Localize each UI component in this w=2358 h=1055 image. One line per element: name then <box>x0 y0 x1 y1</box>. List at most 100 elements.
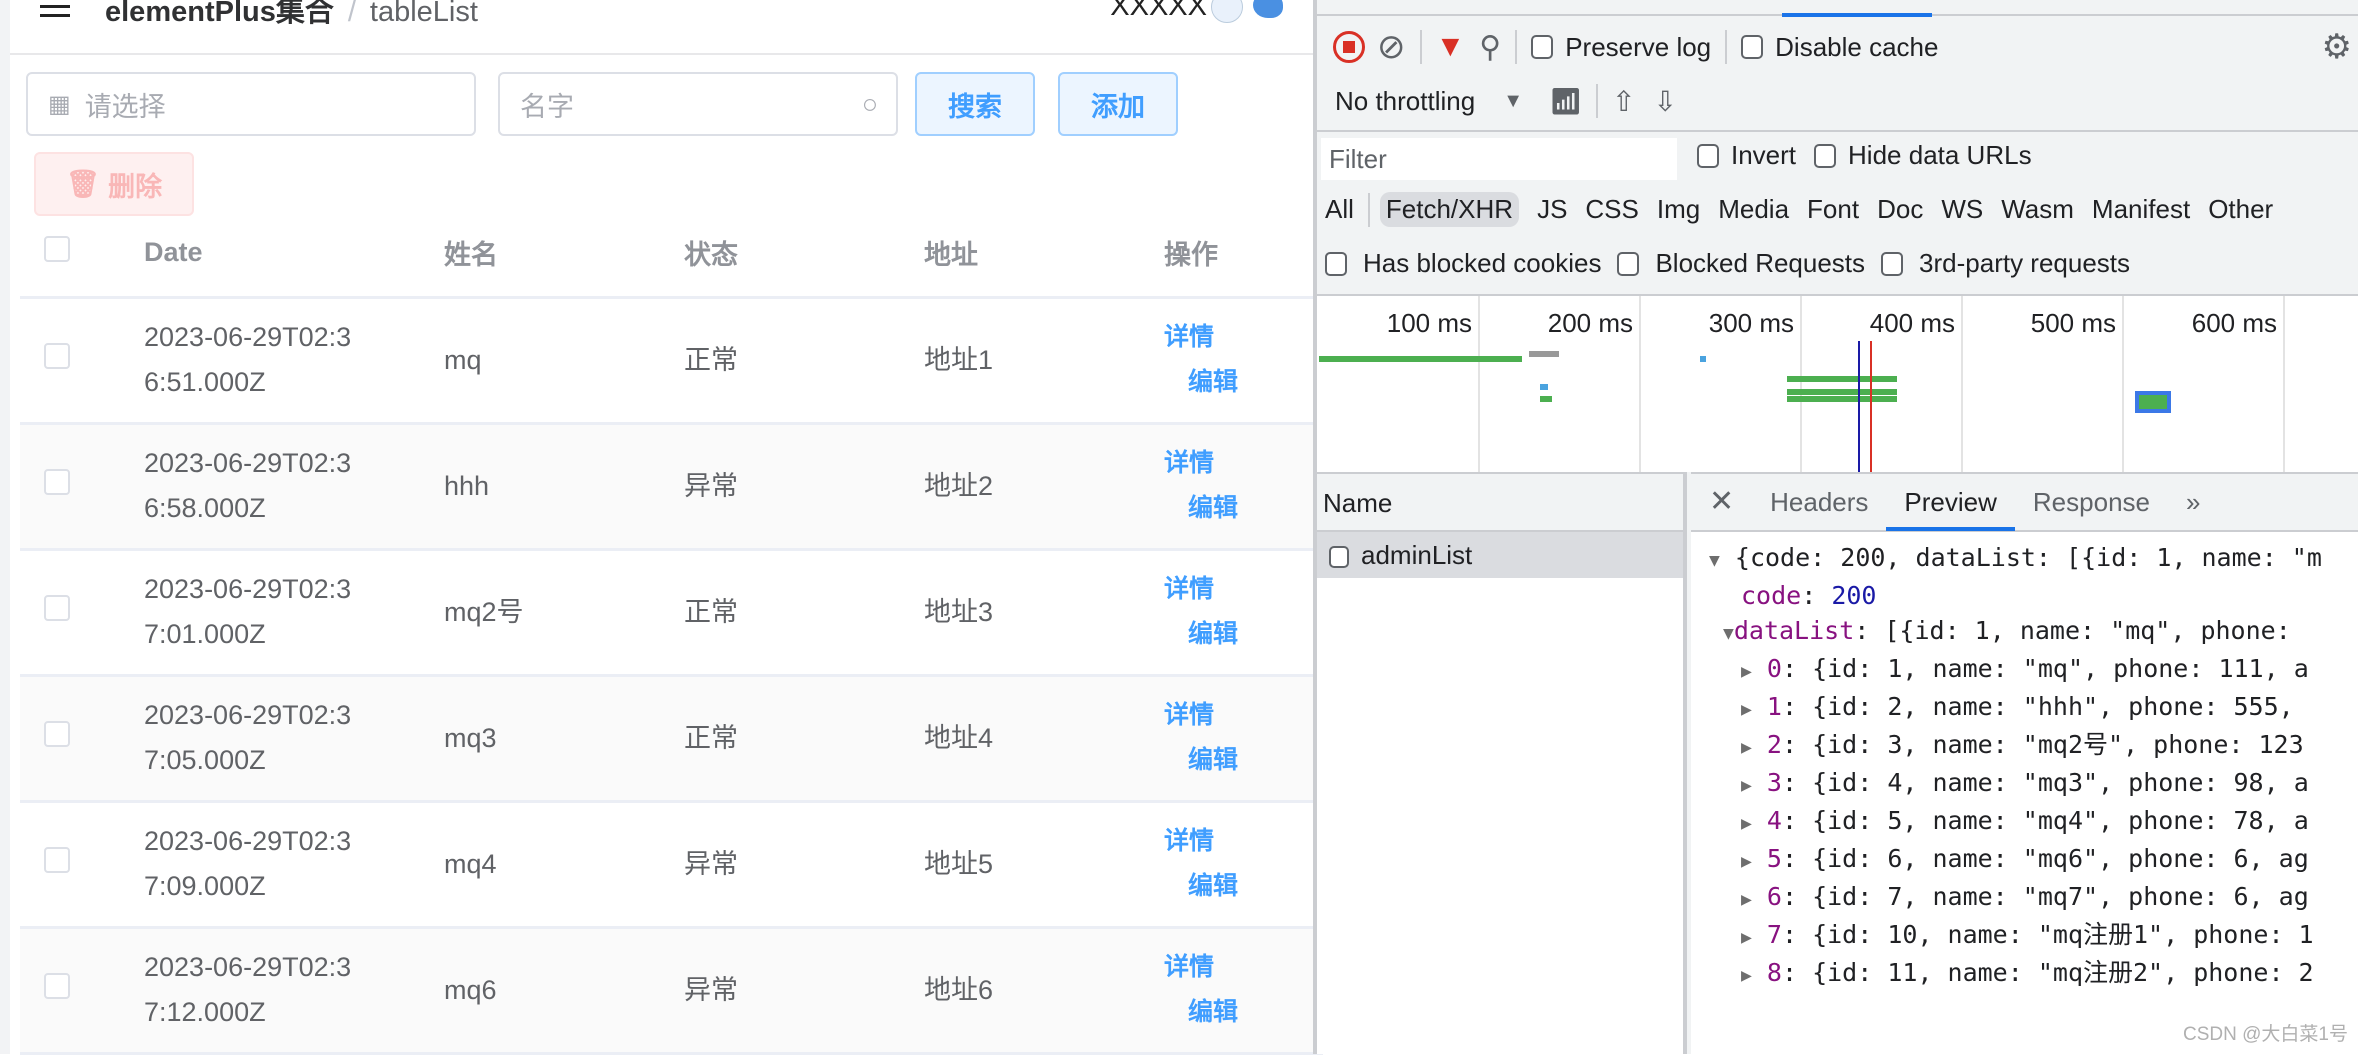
tab-headers[interactable]: Headers <box>1752 473 1886 531</box>
invert-checkbox[interactable] <box>1697 143 1719 168</box>
json-array-item[interactable]: ▶ 6: {id: 7, name: "mq7", phone: 6, ag <box>1709 879 2358 917</box>
tab-response[interactable]: Response <box>2015 473 2168 531</box>
expand-triangle-icon[interactable]: ▶ <box>1741 851 1752 872</box>
row-checkbox[interactable] <box>44 846 70 873</box>
clear-icon[interactable]: ⊘ <box>1377 27 1406 67</box>
column-header[interactable]: Date <box>144 210 444 299</box>
settings-gear-icon[interactable]: ⚙ <box>2322 27 2352 67</box>
expand-triangle-icon[interactable]: ▶ <box>1741 889 1752 910</box>
delete-button[interactable]: 🗑︎ 删除 <box>34 152 194 216</box>
grid-line <box>2122 296 2124 474</box>
palette-icon[interactable] <box>1253 0 1283 18</box>
type-filter-all[interactable]: All <box>1325 194 1354 225</box>
record-stop-icon[interactable] <box>1333 31 1365 63</box>
expand-triangle-icon[interactable]: ▼ <box>1709 550 1720 571</box>
status-cell: 正常 <box>684 675 924 803</box>
type-filter-wasm[interactable]: Wasm <box>2001 194 2074 225</box>
more-tabs-icon[interactable]: » <box>2168 473 2218 531</box>
column-header[interactable]: 姓名 <box>444 210 684 299</box>
type-filter-img[interactable]: Img <box>1657 194 1700 225</box>
user-menu[interactable]: XXXXX <box>1110 0 1243 23</box>
third-party-checkbox[interactable] <box>1881 251 1904 276</box>
blocked-requests-checkbox[interactable] <box>1617 251 1640 276</box>
expand-triangle-icon[interactable]: ▶ <box>1741 737 1752 758</box>
throttling-select[interactable]: No throttling <box>1335 86 1475 117</box>
search-button[interactable]: 搜索 <box>915 72 1035 136</box>
close-icon[interactable]: ✕ <box>1691 473 1752 531</box>
edit-link[interactable]: 编辑 <box>1164 612 1323 657</box>
json-root[interactable]: ▼ {code: 200, dataList: [{id: 1, name: "… <box>1709 540 2358 578</box>
search-icon[interactable]: ⚲ <box>1479 30 1501 65</box>
detail-link[interactable]: 详情 <box>1164 693 1323 738</box>
date-picker-input[interactable]: ▦ 请选择 <box>26 72 476 136</box>
json-datalist[interactable]: ▼dataList: [{id: 1, name: "mq", phone: <box>1709 613 2358 651</box>
expand-triangle-icon[interactable]: ▶ <box>1741 965 1752 986</box>
name-column-header[interactable]: Name <box>1317 474 1683 532</box>
export-har-icon[interactable]: ⇩ <box>1653 85 1676 118</box>
filter-input[interactable]: Filter <box>1321 138 1677 180</box>
edit-link[interactable]: 编辑 <box>1164 990 1323 1035</box>
type-filter-doc[interactable]: Doc <box>1877 194 1923 225</box>
edit-link[interactable]: 编辑 <box>1164 738 1323 783</box>
menu-fold-icon[interactable] <box>40 0 70 18</box>
json-array-item[interactable]: ▶ 2: {id: 3, name: "mq2号", phone: 123 <box>1709 727 2358 765</box>
json-array-item[interactable]: ▶ 1: {id: 2, name: "hhh", phone: 555, <box>1709 689 2358 727</box>
type-filter-ws[interactable]: WS <box>1941 194 1983 225</box>
edit-link[interactable]: 编辑 <box>1164 360 1323 405</box>
row-checkbox[interactable] <box>44 468 70 495</box>
expand-triangle-icon[interactable]: ▶ <box>1741 661 1752 682</box>
edit-link[interactable]: 编辑 <box>1164 486 1323 531</box>
row-checkbox[interactable] <box>44 972 70 999</box>
column-header[interactable]: 状态 <box>684 210 924 299</box>
network-conditions-icon[interactable]: 📶︎ <box>1549 86 1582 117</box>
dropdown-arrow-icon[interactable]: ▼ <box>1503 90 1523 113</box>
detail-link[interactable]: 详情 <box>1164 945 1323 990</box>
add-button[interactable]: 添加 <box>1058 72 1178 136</box>
filter-icon[interactable]: ▼ <box>1436 30 1466 64</box>
search-icon[interactable]: ○ <box>862 89 878 120</box>
type-filter-other[interactable]: Other <box>2208 194 2273 225</box>
tab-preview[interactable]: Preview <box>1886 473 2015 531</box>
name-placeholder: 名字 <box>520 91 574 122</box>
edit-link[interactable]: 编辑 <box>1164 864 1323 909</box>
detail-link[interactable]: 详情 <box>1164 819 1323 864</box>
row-checkbox[interactable] <box>44 720 70 747</box>
type-filter-js[interactable]: JS <box>1537 194 1567 225</box>
disable-cache-checkbox[interactable] <box>1741 35 1764 59</box>
load-line <box>1870 341 1872 474</box>
expand-triangle-icon[interactable]: ▶ <box>1741 813 1752 834</box>
type-filter-fetchxhr[interactable]: Fetch/XHR <box>1379 192 1520 227</box>
name-search-input[interactable]: 名字 ○ <box>498 72 898 136</box>
json-array-item[interactable]: ▶ 5: {id: 6, name: "mq6", phone: 6, ag <box>1709 841 2358 879</box>
json-array-item[interactable]: ▶ 3: {id: 4, name: "mq3", phone: 98, a <box>1709 765 2358 803</box>
json-array-item[interactable]: ▶ 8: {id: 11, name: "mq注册2", phone: 2 <box>1709 955 2358 993</box>
row-checkbox[interactable] <box>44 594 70 621</box>
expand-triangle-icon[interactable]: ▶ <box>1741 775 1752 796</box>
status-cell: 异常 <box>684 801 924 929</box>
request-row[interactable]: adminList <box>1317 532 1683 578</box>
import-har-icon[interactable]: ⇧ <box>1612 85 1635 118</box>
json-array-item[interactable]: ▶ 7: {id: 10, name: "mq注册1", phone: 1 <box>1709 917 2358 955</box>
type-filter-css[interactable]: CSS <box>1585 194 1638 225</box>
expand-triangle-icon[interactable]: ▼ <box>1723 623 1734 644</box>
type-filter-font[interactable]: Font <box>1807 194 1859 225</box>
detail-link[interactable]: 详情 <box>1164 315 1323 360</box>
type-filter-manifest[interactable]: Manifest <box>2092 194 2190 225</box>
row-checkbox[interactable] <box>44 342 70 369</box>
expand-triangle-icon[interactable]: ▶ <box>1741 699 1752 720</box>
detail-link[interactable]: 详情 <box>1164 441 1323 486</box>
json-array-item[interactable]: ▶ 0: {id: 1, name: "mq", phone: 111, a <box>1709 651 2358 689</box>
select-all-checkbox[interactable] <box>44 236 70 263</box>
column-header[interactable]: 地址 <box>924 210 1164 299</box>
network-overview-timeline[interactable]: 100 ms 200 ms 300 ms 400 ms 500 ms 600 ms <box>1317 294 2358 474</box>
blocked-cookies-checkbox[interactable] <box>1325 251 1347 276</box>
expand-triangle-icon[interactable]: ▶ <box>1741 927 1752 948</box>
breadcrumb-root[interactable]: elementPlus集合 <box>105 0 334 28</box>
json-array-item[interactable]: ▶ 4: {id: 5, name: "mq4", phone: 78, a <box>1709 803 2358 841</box>
breadcrumb: elementPlus集合 / tableList <box>105 0 478 30</box>
detail-link[interactable]: 详情 <box>1164 567 1323 612</box>
time-tick: 200 ms <box>1547 308 1633 338</box>
preserve-log-checkbox[interactable] <box>1531 35 1554 59</box>
hide-data-urls-checkbox[interactable] <box>1814 143 1837 168</box>
type-filter-media[interactable]: Media <box>1718 194 1789 225</box>
